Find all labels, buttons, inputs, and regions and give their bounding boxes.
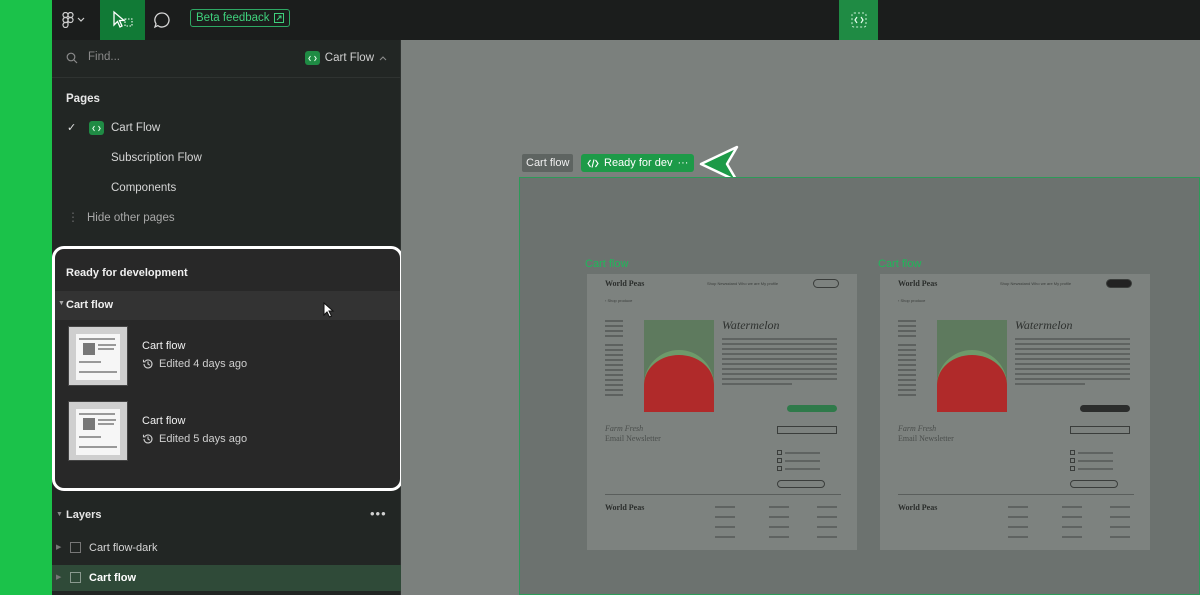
- collapse-triangle-icon: ▼: [58, 300, 65, 307]
- ready-group-label: Cart flow: [66, 299, 114, 311]
- frame-thumbnail: [68, 326, 128, 386]
- mock-newsletter-title: Farm Fresh: [898, 424, 937, 433]
- collapse-triangle-icon[interactable]: ▼: [56, 511, 63, 518]
- ready-frame-item[interactable]: Cart flow Edited 5 days ago: [66, 401, 396, 463]
- ready-frame-meta: Edited 4 days ago: [142, 358, 247, 370]
- comment-tool-button[interactable]: [149, 8, 175, 32]
- layers-heading: Layers: [66, 509, 102, 521]
- ready-group-header[interactable]: ▼ Cart flow: [55, 291, 400, 320]
- mouse-pointer-icon: [323, 302, 335, 318]
- expand-triangle-icon[interactable]: ▶: [56, 543, 61, 551]
- top-toolbar: Beta feedback: [52, 0, 1200, 40]
- hide-other-pages-toggle[interactable]: ⋮ Hide other pages: [52, 205, 401, 231]
- page-item-subscription-flow[interactable]: Subscription Flow: [52, 145, 401, 171]
- mock-newsletter-title: Farm Fresh: [605, 424, 644, 433]
- page-item-cart-flow[interactable]: ✓ Cart Flow: [52, 115, 401, 141]
- code-brackets-icon: [587, 158, 599, 168]
- beta-feedback-label: Beta feedback: [196, 12, 270, 24]
- frame-label[interactable]: Cart flow: [878, 258, 921, 270]
- layer-item-label: Cart flow-dark: [89, 542, 158, 554]
- mock-add-to-cart: [1080, 405, 1130, 412]
- mock-email-field: [777, 426, 837, 434]
- status-more-icon[interactable]: ···: [677, 154, 688, 172]
- page-item-label: Cart Flow: [111, 122, 161, 134]
- mock-product-name: Watermelon: [1015, 318, 1073, 332]
- mock-footer-brand: World Peas: [898, 503, 938, 512]
- mock-newsletter-subtitle: Email Newsletter: [605, 434, 661, 443]
- mock-nav: Shop Newsstand Who we are My profile: [1000, 281, 1072, 286]
- cursor-arrow-icon: [112, 10, 133, 28]
- speech-bubble-icon: [153, 12, 170, 29]
- layer-item-cart-flow-dark[interactable]: ▶ Cart flow-dark: [52, 535, 401, 561]
- ready-frame-item[interactable]: Cart flow Edited 4 days ago: [66, 326, 396, 388]
- code-brackets-icon: [851, 12, 866, 28]
- figma-logo-icon: [62, 12, 74, 28]
- cart-flow-frame-dark[interactable]: World Peas Shop Newsstand Who we are My …: [880, 274, 1150, 550]
- current-page-label: Cart Flow: [324, 52, 374, 64]
- edited-time: Edited 5 days ago: [159, 433, 248, 445]
- chevron-up-icon: [379, 56, 387, 61]
- mock-watermelon-image: [937, 350, 1007, 412]
- layers-more-button[interactable]: •••: [370, 506, 387, 521]
- search-input[interactable]: [88, 51, 228, 63]
- code-brackets-icon: [304, 51, 320, 65]
- ready-for-dev-status[interactable]: Ready for dev ···: [581, 154, 695, 172]
- ready-frame-meta: Edited 5 days ago: [142, 433, 247, 445]
- history-clock-icon: [142, 434, 153, 444]
- mock-product-name: Watermelon: [722, 318, 780, 332]
- drag-handle-icon: ⋮: [67, 210, 79, 224]
- dev-mode-toggle[interactable]: [839, 0, 878, 40]
- pages-heading: Pages: [66, 93, 100, 105]
- expand-triangle-icon[interactable]: ▶: [56, 573, 61, 581]
- page-item-components[interactable]: Components: [52, 175, 401, 201]
- layer-item-label: Cart flow: [89, 572, 137, 584]
- mock-brand: World Peas: [898, 279, 938, 288]
- external-link-icon: [273, 13, 284, 23]
- mock-back-link: ‹ Shop produce: [605, 298, 633, 303]
- window-edge-strip: [0, 0, 52, 595]
- edited-time: Edited 4 days ago: [159, 358, 248, 370]
- frame-label[interactable]: Cart flow: [585, 258, 628, 270]
- mock-watermelon-image: [644, 350, 714, 412]
- search-row: Cart Flow: [52, 40, 401, 78]
- frame-thumbnail: [68, 401, 128, 461]
- frame-icon: [70, 542, 81, 553]
- ready-for-dev-label: Ready for dev: [604, 157, 673, 169]
- mock-back-link: ‹ Shop produce: [898, 298, 926, 303]
- beta-feedback-button[interactable]: Beta feedback: [190, 9, 290, 27]
- page-picker[interactable]: Cart Flow: [304, 51, 387, 65]
- ready-panel-title: Ready for development: [66, 267, 188, 279]
- ready-frame-name: Cart flow: [142, 415, 186, 427]
- mock-cart-button: [813, 279, 839, 288]
- page-item-label: Components: [111, 182, 177, 194]
- search-icon: [66, 52, 78, 64]
- move-tool-button[interactable]: [100, 0, 145, 40]
- layer-item-cart-flow[interactable]: ▶ Cart flow: [52, 565, 401, 591]
- checkmark-icon: ✓: [67, 122, 77, 134]
- cart-flow-frame-light[interactable]: World Peas Shop Newsstand Who we are My …: [587, 274, 857, 550]
- mock-newsletter-subtitle: Email Newsletter: [898, 434, 954, 443]
- main-menu[interactable]: [62, 10, 90, 30]
- section-name-label[interactable]: Cart flow: [522, 154, 574, 172]
- ready-for-development-panel: Ready for development ▼ Cart flow Cart f…: [52, 246, 403, 491]
- mock-add-to-cart: [787, 405, 837, 412]
- mock-email-field: [1070, 426, 1130, 434]
- frame-icon: [70, 572, 81, 583]
- ready-frame-name: Cart flow: [142, 340, 186, 352]
- mock-brand: World Peas: [605, 279, 645, 288]
- design-canvas[interactable]: Cart flow Ready for dev ··· Cart flow Ca…: [401, 40, 1200, 595]
- mock-footer-brand: World Peas: [605, 503, 645, 512]
- page-item-label: Subscription Flow: [111, 152, 202, 164]
- hide-other-pages-label: Hide other pages: [87, 212, 175, 224]
- code-brackets-icon: [89, 121, 104, 135]
- chevron-down-icon: [77, 17, 85, 22]
- mock-nav: Shop Newsstand Who we are My profile: [707, 281, 779, 286]
- history-clock-icon: [142, 359, 153, 369]
- mock-cart-button: [1106, 279, 1132, 288]
